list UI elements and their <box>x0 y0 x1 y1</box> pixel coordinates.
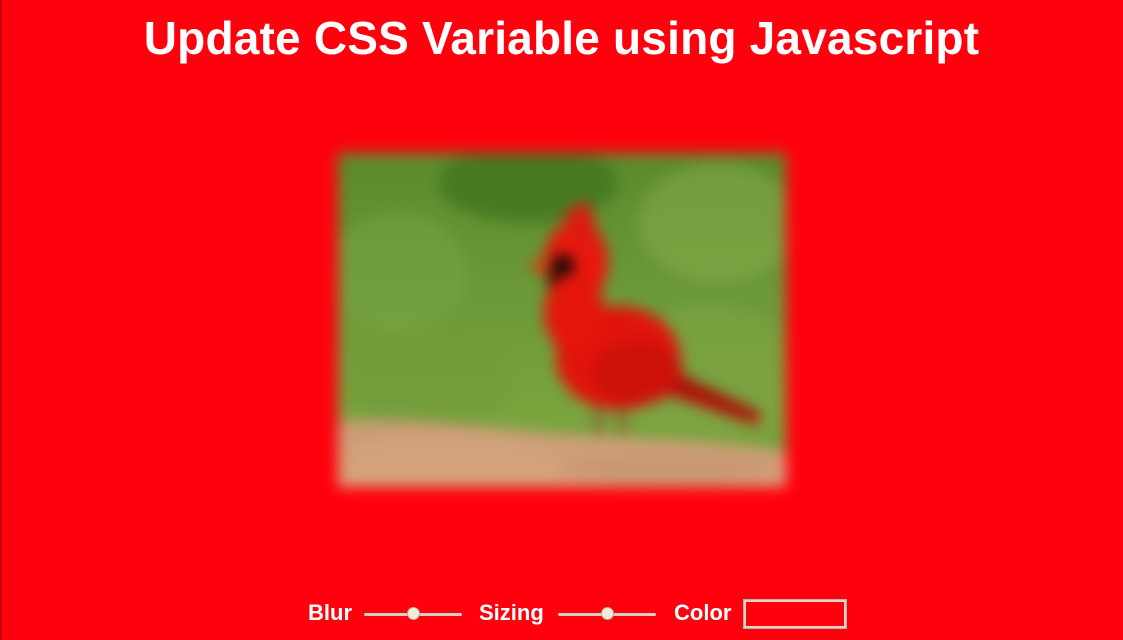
sizing-slider-thumb[interactable] <box>601 607 614 620</box>
blur-slider[interactable] <box>364 606 462 622</box>
blur-label: Blur <box>308 600 352 625</box>
controls-bar: Blur Sizing Color <box>0 596 1123 632</box>
page-left-edge <box>0 0 2 640</box>
cardinal-image <box>338 153 786 487</box>
sizing-label: Sizing <box>479 600 544 625</box>
cardinal-bird-photo <box>338 153 786 487</box>
blur-slider-thumb[interactable] <box>407 607 420 620</box>
sizing-slider[interactable] <box>558 606 656 622</box>
color-label: Color <box>674 600 732 625</box>
page-title: Update CSS Variable using Javascript <box>143 12 980 64</box>
color-picker[interactable] <box>743 599 847 629</box>
